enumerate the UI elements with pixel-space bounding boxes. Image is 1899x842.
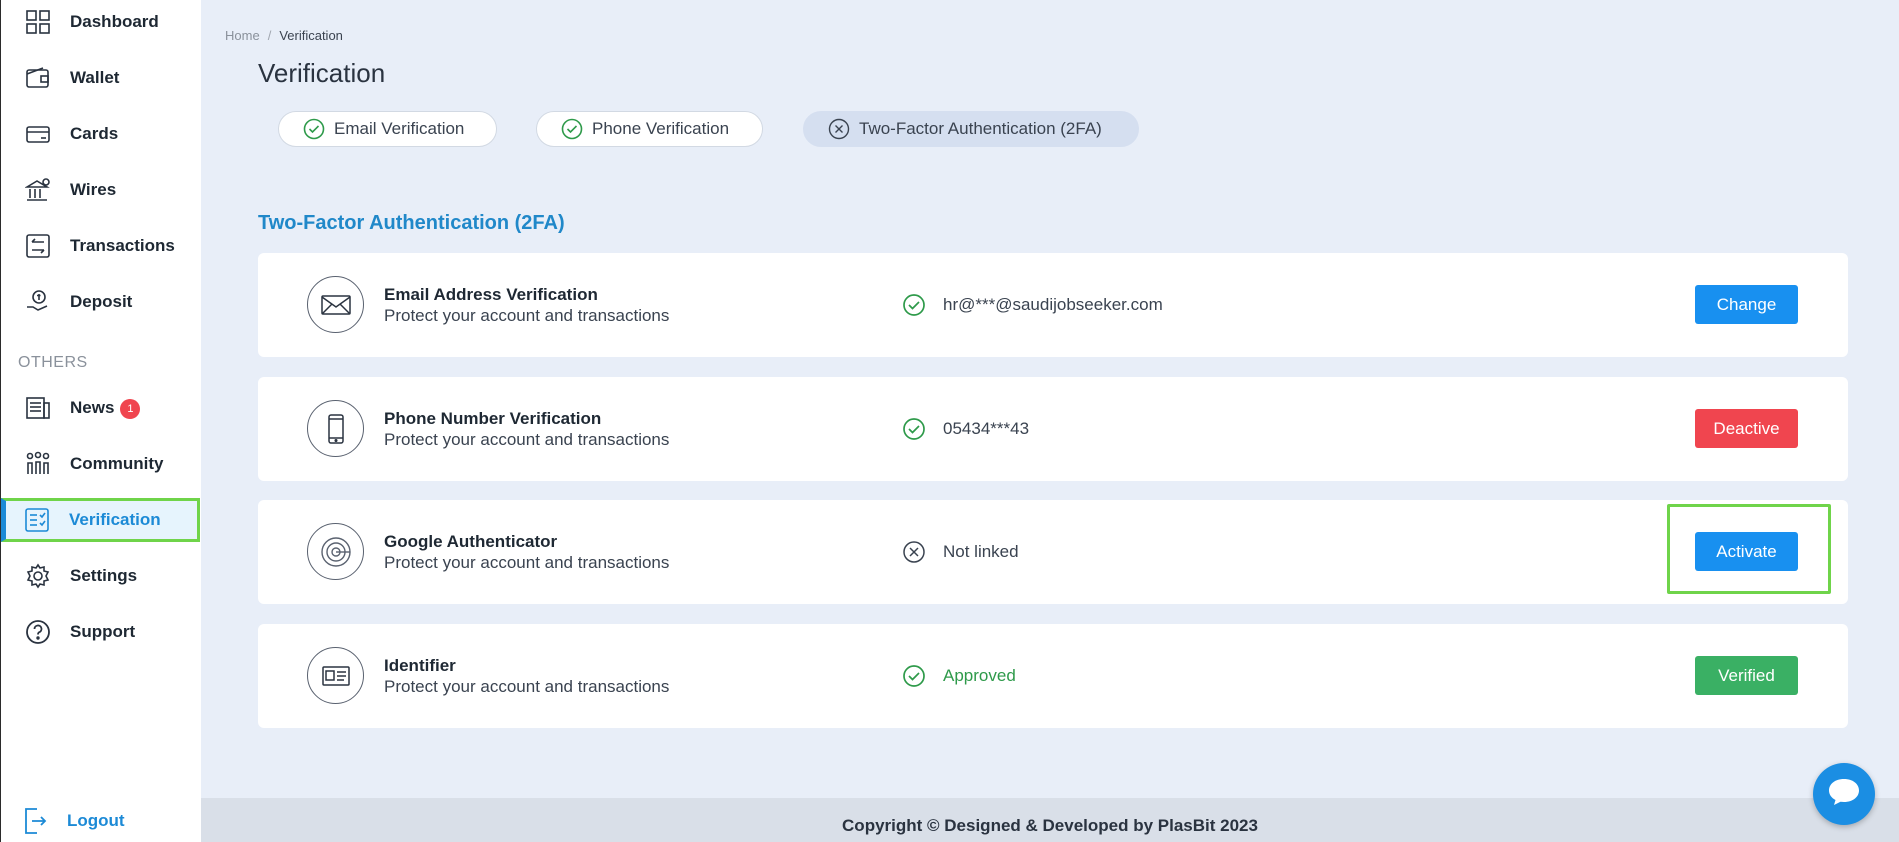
sidebar-item-wires[interactable]: Wires xyxy=(1,168,200,212)
check-circle-icon xyxy=(561,118,583,140)
card-status: Not linked xyxy=(902,540,1019,564)
tab-label: Email Verification xyxy=(334,119,465,138)
chat-bubble-icon xyxy=(1827,777,1861,812)
sidebar-item-label: Deposit xyxy=(70,292,133,311)
sidebar-item-settings[interactable]: Settings xyxy=(1,554,200,598)
verified-identifier-button[interactable]: Verified xyxy=(1695,656,1798,695)
breadcrumb-home[interactable]: Home xyxy=(225,28,260,43)
footer: Copyright © Designed & Developed by Plas… xyxy=(201,798,1899,842)
authenticator-icon xyxy=(307,523,364,580)
news-count-badge: 1 xyxy=(120,399,141,419)
card-status-text: Approved xyxy=(943,666,1016,685)
card-title: Email Address Verification xyxy=(384,285,598,304)
card-title: Identifier xyxy=(384,656,456,675)
identifier-card: Identifier Protect your account and tran… xyxy=(258,624,1848,728)
sidebar-item-support[interactable]: Support xyxy=(1,610,200,654)
sidebar-item-label: Verification xyxy=(69,510,161,529)
check-circle-icon xyxy=(902,293,926,317)
check-circle-icon xyxy=(902,417,926,441)
check-circle-icon xyxy=(303,118,325,140)
change-email-button[interactable]: Change xyxy=(1695,285,1798,324)
card-status: hr@***@saudijobseeker.com xyxy=(902,293,1163,317)
sidebar-item-dashboard[interactable]: Dashboard xyxy=(1,0,200,44)
app-root: Dashboard Wallet Cards Wires Transaction… xyxy=(0,0,1899,842)
sidebar-item-transactions[interactable]: Transactions xyxy=(1,224,200,268)
activate-highlight-box xyxy=(1667,504,1831,594)
main-content: Home / Verification Verification Email Ver… xyxy=(201,0,1899,842)
sidebar: Dashboard Wallet Cards Wires Transaction… xyxy=(0,0,201,842)
card-description: Protect your account and transactions xyxy=(384,553,670,572)
tab-email-verification[interactable]: Email Verification xyxy=(278,111,497,147)
phone-icon xyxy=(307,400,364,457)
chat-button[interactable] xyxy=(1813,763,1875,825)
card-description: Protect your account and transactions xyxy=(384,306,670,325)
x-circle-icon xyxy=(902,540,926,564)
breadcrumb-current: Verification xyxy=(279,28,343,43)
sidebar-item-label: Wires xyxy=(70,180,117,199)
phone-verification-card: Phone Number Verification Protect your a… xyxy=(258,377,1848,481)
deactive-phone-button[interactable]: Deactive xyxy=(1695,409,1798,448)
help-icon xyxy=(24,618,52,646)
sidebar-item-news[interactable]: News 1 xyxy=(1,386,200,430)
breadcrumb: Home / Verification xyxy=(225,28,343,43)
cards-icon xyxy=(24,120,52,148)
sidebar-item-label: Settings xyxy=(70,566,138,585)
google-authenticator-card: Google Authenticator Protect your accoun… xyxy=(258,500,1848,604)
card-description: Protect your account and transactions xyxy=(384,677,670,696)
page-title: Verification xyxy=(258,58,386,88)
transactions-icon xyxy=(24,232,52,260)
email-verification-card: Email Address Verification Protect your … xyxy=(258,253,1848,357)
sidebar-item-community[interactable]: Community xyxy=(1,442,200,486)
sidebar-item-label: Support xyxy=(70,622,136,641)
gear-icon xyxy=(24,562,52,590)
sidebar-item-cards[interactable]: Cards xyxy=(1,112,200,156)
sidebar-item-wallet[interactable]: Wallet xyxy=(1,56,200,100)
card-status: Approved xyxy=(902,664,1016,688)
card-status-text: hr@***@saudijobseeker.com xyxy=(943,295,1163,314)
sidebar-item-label: Cards xyxy=(70,124,119,143)
id-card-icon xyxy=(307,647,364,704)
x-circle-icon xyxy=(828,118,850,140)
card-status: 05434***43 xyxy=(902,417,1029,441)
tab-two-factor-authentication[interactable]: Two-Factor Authentication (2FA) xyxy=(803,111,1139,147)
deposit-icon xyxy=(24,288,52,316)
card-description: Protect your account and transactions xyxy=(384,430,670,449)
sidebar-item-label: Community xyxy=(70,454,164,473)
tab-phone-verification[interactable]: Phone Verification xyxy=(536,111,763,147)
section-heading: Two-Factor Authentication (2FA) xyxy=(258,212,565,234)
sidebar-item-verification[interactable]: Verification xyxy=(1,498,200,542)
wallet-icon xyxy=(24,64,52,92)
breadcrumb-separator: / xyxy=(267,28,272,43)
logout-button[interactable]: Logout xyxy=(23,806,125,836)
logout-icon xyxy=(23,806,47,836)
tab-label: Two-Factor Authentication (2FA) xyxy=(859,119,1102,138)
card-status-text: Not linked xyxy=(943,542,1019,561)
sidebar-item-deposit[interactable]: Deposit xyxy=(1,280,200,324)
envelope-icon xyxy=(307,276,364,333)
logout-label: Logout xyxy=(67,811,125,830)
sidebar-item-label: Wallet xyxy=(70,68,120,87)
community-icon xyxy=(24,450,52,478)
footer-copyright: Copyright © Designed & Developed by Plas… xyxy=(842,816,1258,835)
dashboard-icon xyxy=(24,8,52,36)
sidebar-item-label: News xyxy=(70,398,115,417)
card-title: Phone Number Verification xyxy=(384,409,602,428)
check-circle-icon xyxy=(902,664,926,688)
others-section-label: OTHERS xyxy=(18,354,88,371)
bank-icon xyxy=(24,176,52,204)
card-status-text: 05434***43 xyxy=(943,419,1030,438)
verification-icon xyxy=(23,506,51,534)
card-title: Google Authenticator xyxy=(384,532,558,551)
sidebar-item-label: Transactions xyxy=(70,236,175,255)
news-icon xyxy=(24,394,52,422)
sidebar-item-label: Dashboard xyxy=(70,12,159,31)
tab-label: Phone Verification xyxy=(592,119,730,138)
